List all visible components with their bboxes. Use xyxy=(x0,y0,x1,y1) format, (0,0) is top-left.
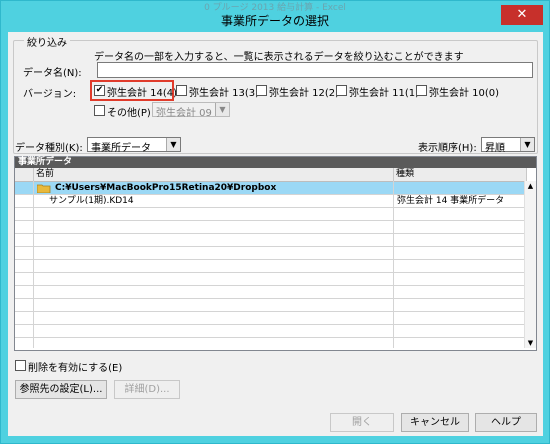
other-version-label: その他(P) xyxy=(107,108,151,119)
data-type-select[interactable]: 事業所データ ▼ xyxy=(87,137,181,154)
data-type-select-value: 事業所データ xyxy=(91,143,151,154)
sort-order-select-value: 昇順 xyxy=(485,143,505,154)
empty-row xyxy=(15,234,524,247)
version-14-checkbox[interactable]: ✔ xyxy=(94,85,105,96)
scroll-down-icon[interactable]: ▼ xyxy=(525,338,536,348)
open-button[interactable]: 開く xyxy=(330,413,394,432)
enable-delete-label: 削除を有効にする(E) xyxy=(28,363,123,374)
column-divider xyxy=(33,181,34,348)
dialog-title: 事業所データの選択 xyxy=(220,14,329,28)
data-name-label: データ名(N): xyxy=(23,68,82,79)
filter-group-label: 絞り込み xyxy=(24,34,70,49)
version-14-label: 弥生会計 14(4) xyxy=(107,88,178,99)
detail-button[interactable]: 詳細(D)... xyxy=(114,380,180,399)
version-12-checkbox[interactable] xyxy=(256,85,267,96)
empty-row xyxy=(15,312,524,325)
data-type-label: データ種別(K): xyxy=(15,143,83,154)
other-version-select[interactable]: 弥生会計 09 ▼ xyxy=(152,102,230,119)
chevron-down-icon: ▼ xyxy=(520,138,534,151)
empty-row xyxy=(15,299,524,312)
data-name-input[interactable] xyxy=(97,62,533,78)
other-version-checkbox[interactable] xyxy=(94,105,105,116)
column-header-type[interactable]: 種類 xyxy=(394,168,527,182)
version-10-label: 弥生会計 10(0) xyxy=(429,88,500,99)
version-12-label: 弥生会計 12(2) xyxy=(269,88,340,99)
list-row-folder[interactable]: C:¥Users¥MacBookPro15Retina20¥Dropbox xyxy=(15,182,524,195)
reference-settings-button[interactable]: 参照先の設定(L)... xyxy=(15,380,107,399)
table-row[interactable]: サンプル(1期).KD14 弥生会計 14 事業所データ xyxy=(15,195,524,208)
chevron-down-icon: ▼ xyxy=(215,103,229,116)
cancel-button[interactable]: キャンセル xyxy=(401,413,469,432)
chevron-down-icon: ▼ xyxy=(166,138,180,151)
version-11-checkbox[interactable] xyxy=(336,85,347,96)
filter-hint: データ名の一部を入力すると、一覧に表示されるデータを絞り込むことができます xyxy=(94,52,464,63)
folder-path: C:¥Users¥MacBookPro15Retina20¥Dropbox xyxy=(55,183,277,193)
title-bar[interactable]: 0 プルージ 2013 給与計算 - Excel 事業所データの選択 ✕ xyxy=(1,1,549,31)
empty-row xyxy=(15,286,524,299)
empty-row xyxy=(15,247,524,260)
data-list[interactable]: 事業所データ 名前 種類 C:¥Users¥MacBookPro15Retina… xyxy=(14,156,537,351)
column-header-blank xyxy=(15,168,34,182)
scroll-up-icon[interactable]: ▲ xyxy=(525,181,536,191)
list-header: 事業所データ xyxy=(15,157,536,168)
empty-row xyxy=(15,325,524,338)
version-13-checkbox[interactable] xyxy=(176,85,187,96)
dialog-body: 絞り込み データ名の一部を入力すると、一覧に表示されるデータを絞り込むことができ… xyxy=(8,32,543,436)
empty-row xyxy=(15,273,524,286)
other-version-select-value: 弥生会計 09 xyxy=(156,108,212,119)
version-11-label: 弥生会計 11(1) xyxy=(349,88,420,99)
sort-order-select[interactable]: 昇順 ▼ xyxy=(481,137,535,154)
column-header-name[interactable]: 名前 xyxy=(34,168,394,182)
version-13-label: 弥生会計 13(3) xyxy=(189,88,260,99)
enable-delete-checkbox[interactable] xyxy=(15,360,26,371)
sort-order-label: 表示順序(H): xyxy=(418,143,477,154)
version-label: バージョン: xyxy=(23,89,77,100)
vertical-scrollbar[interactable]: ▲ ▼ xyxy=(524,181,536,348)
folder-icon xyxy=(37,184,51,193)
empty-row xyxy=(15,208,524,221)
list-header-label: 事業所データ xyxy=(18,157,73,167)
close-button[interactable]: ✕ xyxy=(501,5,543,25)
version-10-checkbox[interactable] xyxy=(416,85,427,96)
empty-row xyxy=(15,260,524,273)
empty-row xyxy=(15,221,524,234)
column-divider xyxy=(393,181,394,348)
row-type: 弥生会計 14 事業所データ xyxy=(397,196,505,206)
dialog-window: 0 プルージ 2013 給与計算 - Excel 事業所データの選択 ✕ 絞り込… xyxy=(0,0,550,444)
help-button[interactable]: ヘルプ xyxy=(475,413,537,432)
row-name: サンプル(1期).KD14 xyxy=(49,196,134,206)
